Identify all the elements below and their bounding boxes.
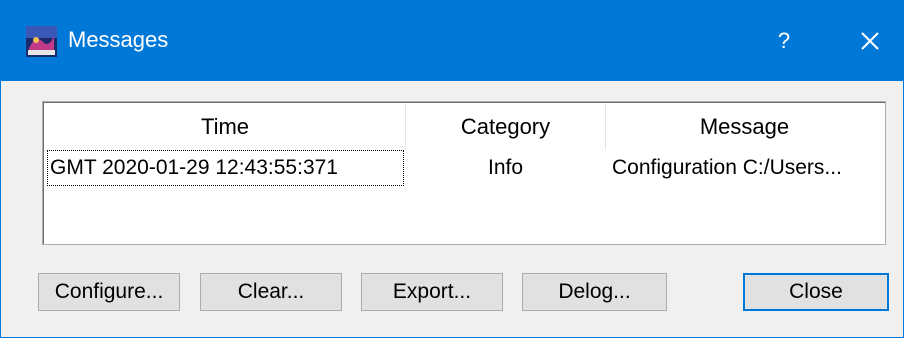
delog-button[interactable]: Delog... xyxy=(522,273,667,311)
cell-category: Info xyxy=(487,156,524,179)
table-row[interactable]: GMT 2020-01-29 12:43:55:371 Info Configu… xyxy=(45,150,883,186)
messages-dialog: Messages ? Time Category Message GMT 202… xyxy=(0,0,904,338)
list-header: Time Category Message xyxy=(45,104,883,150)
help-button[interactable]: ? xyxy=(753,1,815,81)
window-title: Messages xyxy=(68,27,169,52)
configure-button[interactable]: Configure... xyxy=(38,273,180,311)
close-button[interactable]: Close xyxy=(743,273,889,311)
close-icon[interactable] xyxy=(837,1,903,81)
app-logo-icon xyxy=(26,26,57,57)
title-bar[interactable]: Messages ? xyxy=(1,1,903,81)
cell-message: Configuration C:/Users... xyxy=(612,156,842,179)
column-header-time[interactable]: Time xyxy=(45,104,405,150)
cell-time: GMT 2020-01-29 12:43:55:371 xyxy=(47,150,404,186)
column-header-category[interactable]: Category xyxy=(406,104,605,150)
clear-button[interactable]: Clear... xyxy=(200,273,342,311)
column-header-message[interactable]: Message xyxy=(606,104,883,150)
messages-list[interactable]: Time Category Message GMT 2020-01-29 12:… xyxy=(42,101,886,245)
export-button[interactable]: Export... xyxy=(361,273,503,311)
